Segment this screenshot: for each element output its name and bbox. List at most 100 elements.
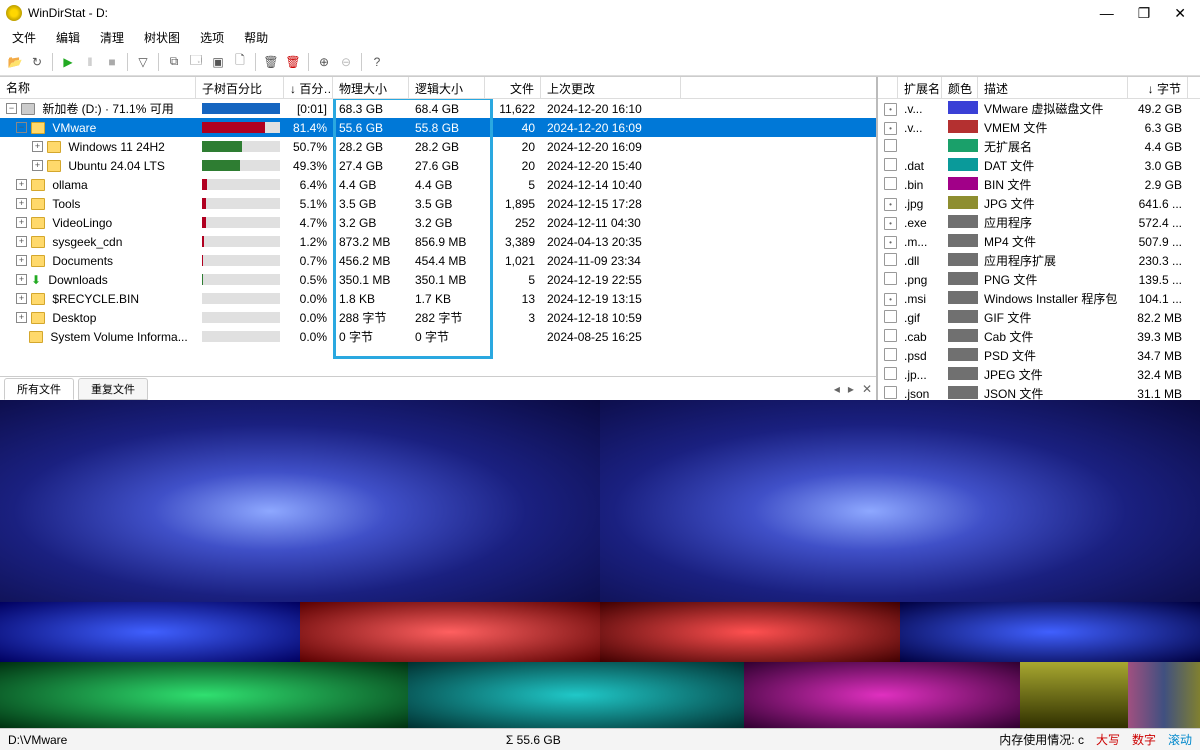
tree-row[interactable]: + Documents 0.7% 456.2 MB 454.4 MB 1,021… xyxy=(0,251,876,270)
ext-row[interactable]: .cab Cab 文件 39.3 MB xyxy=(878,327,1200,346)
color-swatch xyxy=(948,120,978,133)
tree-row[interactable]: + sysgeek_cdn 1.2% 873.2 MB 856.9 MB 3,3… xyxy=(0,232,876,251)
row-name: Downloads xyxy=(48,273,107,287)
ext-row[interactable]: .dll 应用程序扩展 230.3 ... xyxy=(878,251,1200,270)
expand-icon[interactable]: + xyxy=(16,236,27,247)
maximize-button[interactable]: ❐ xyxy=(1138,5,1151,22)
col-date[interactable]: 上次更改 xyxy=(541,77,681,98)
tree-row[interactable]: + $RECYCLE.BIN 0.0% 1.8 KB 1.7 KB 13 202… xyxy=(0,289,876,308)
expand-icon[interactable]: + xyxy=(32,160,43,171)
expand-icon[interactable]: + xyxy=(16,274,27,285)
nav-play-icon[interactable]: ▸ xyxy=(848,382,854,396)
ext-row[interactable]: .dat DAT 文件 3.0 GB xyxy=(878,156,1200,175)
doc-icon[interactable]: 🗋 xyxy=(231,53,249,71)
menu-help[interactable]: 帮助 xyxy=(236,27,276,48)
file-icon: • xyxy=(884,122,897,135)
status-caps: 大写 xyxy=(1096,731,1120,748)
file-icon xyxy=(884,253,897,266)
stop-icon[interactable]: ■ xyxy=(103,53,121,71)
col-ext[interactable]: 扩展名 xyxy=(898,77,942,98)
ext-row[interactable]: .png PNG 文件 139.5 ... xyxy=(878,270,1200,289)
filter-icon[interactable]: ▽ xyxy=(134,53,152,71)
ext-row[interactable]: • .v... VMEM 文件 6.3 GB xyxy=(878,118,1200,137)
delete-icon[interactable]: 🗑 xyxy=(262,53,280,71)
menu-edit[interactable]: 编辑 xyxy=(48,27,88,48)
status-scroll: 滚动 xyxy=(1168,731,1192,748)
delete-perm-icon[interactable]: 🗑 xyxy=(284,53,302,71)
color-swatch xyxy=(948,139,978,152)
folder-icon xyxy=(29,331,43,343)
tree-row[interactable]: + Windows 11 24H2 50.7% 28.2 GB 28.2 GB … xyxy=(0,137,876,156)
col-bytes[interactable]: ↓ 字节 xyxy=(1128,77,1188,98)
tree-row[interactable]: + Desktop 0.0% 288 字节 282 字节 3 2024-12-1… xyxy=(0,308,876,327)
tab-duplicates[interactable]: 重复文件 xyxy=(78,378,148,400)
play-icon[interactable]: ▶ xyxy=(59,53,77,71)
window-title: WinDirStat - D: xyxy=(28,6,1100,20)
pause-icon[interactable]: ‖ xyxy=(81,53,99,71)
menu-file[interactable]: 文件 xyxy=(4,27,44,48)
help-icon[interactable]: ? xyxy=(368,53,386,71)
nav-first-icon[interactable]: ◂ xyxy=(834,382,840,396)
cmd-icon[interactable]: ▣ xyxy=(209,53,227,71)
expand-icon[interactable]: + xyxy=(16,293,27,304)
tree-row[interactable]: + ollama 6.4% 4.4 GB 4.4 GB 5 2024-12-14… xyxy=(0,175,876,194)
color-swatch xyxy=(948,329,978,342)
col-logical[interactable]: 逻辑大小 xyxy=(409,77,485,98)
row-name: VideoLingo xyxy=(52,216,112,230)
col-color[interactable]: 颜色 xyxy=(942,77,978,98)
col-percent[interactable]: ↓ 百分… xyxy=(284,77,333,98)
tree-row[interactable]: + Ubuntu 24.04 LTS 49.3% 27.4 GB 27.6 GB… xyxy=(0,156,876,175)
ext-row[interactable]: • .msi Windows Installer 程序包 104.1 ... xyxy=(878,289,1200,308)
col-physical[interactable]: 物理大小 xyxy=(333,77,409,98)
tab-all-files[interactable]: 所有文件 xyxy=(4,378,74,400)
expand-icon[interactable]: − xyxy=(16,122,27,133)
zoom-out-icon[interactable]: ⊖ xyxy=(337,53,355,71)
ext-row[interactable]: .json JSON 文件 31.1 MB xyxy=(878,384,1200,400)
expand-icon[interactable]: + xyxy=(16,255,27,266)
open-icon[interactable]: 📂 xyxy=(6,53,24,71)
ext-row[interactable]: • .m... MP4 文件 507.9 ... xyxy=(878,232,1200,251)
ext-row[interactable]: • .exe 应用程序 572.4 ... xyxy=(878,213,1200,232)
file-icon xyxy=(884,310,897,323)
ext-row[interactable]: .gif GIF 文件 82.2 MB xyxy=(878,308,1200,327)
tree-row[interactable]: − VMware 81.4% 55.6 GB 55.8 GB 40 2024-1… xyxy=(0,118,876,137)
tree-row[interactable]: + Tools 5.1% 3.5 GB 3.5 GB 1,895 2024-12… xyxy=(0,194,876,213)
ext-row[interactable]: .jp... JPEG 文件 32.4 MB xyxy=(878,365,1200,384)
menu-treemap[interactable]: 树状图 xyxy=(136,27,188,48)
tree-pane: 名称 子树百分比 ↓ 百分… 物理大小 逻辑大小 文件 上次更改 − 新加卷 (… xyxy=(0,77,878,400)
copy-icon[interactable]: ⧉ xyxy=(165,53,183,71)
nav-last-icon[interactable]: ✕ xyxy=(862,382,872,396)
menu-options[interactable]: 选项 xyxy=(192,27,232,48)
tree-row[interactable]: +⬇ Downloads 0.5% 350.1 MB 350.1 MB 5 20… xyxy=(0,270,876,289)
col-desc[interactable]: 描述 xyxy=(978,77,1128,98)
expand-icon[interactable]: + xyxy=(32,141,43,152)
tree-row[interactable]: System Volume Informa... 0.0% 0 字节 0 字节 … xyxy=(0,327,876,346)
explorer-icon[interactable]: 🗔 xyxy=(187,53,205,71)
refresh-icon[interactable]: ↻ xyxy=(28,53,46,71)
ext-row[interactable]: .psd PSD 文件 34.7 MB xyxy=(878,346,1200,365)
col-files[interactable]: 文件 xyxy=(485,77,541,98)
ext-row[interactable]: 无扩展名 4.4 GB xyxy=(878,137,1200,156)
menu-cleanup[interactable]: 清理 xyxy=(92,27,132,48)
ext-header: 扩展名 颜色 描述 ↓ 字节 xyxy=(878,77,1200,99)
expand-icon[interactable]: + xyxy=(16,198,27,209)
drive-row[interactable]: − 新加卷 (D:) · 71.1% 可用 [0:01] 68.3 GB 68.… xyxy=(0,99,876,118)
tree-row[interactable]: + VideoLingo 4.7% 3.2 GB 3.2 GB 252 2024… xyxy=(0,213,876,232)
zoom-in-icon[interactable]: ⊕ xyxy=(315,53,333,71)
row-name: Desktop xyxy=(52,311,96,325)
color-swatch xyxy=(948,291,978,304)
treemap[interactable] xyxy=(0,400,1200,662)
ext-row[interactable]: • .jpg JPG 文件 641.6 ... xyxy=(878,194,1200,213)
close-button[interactable]: ✕ xyxy=(1174,5,1186,22)
expand-icon[interactable]: − xyxy=(6,103,17,114)
expand-icon[interactable]: + xyxy=(16,179,27,190)
expand-icon[interactable]: + xyxy=(16,217,27,228)
minimize-button[interactable]: — xyxy=(1100,5,1114,22)
col-subtree[interactable]: 子树百分比 xyxy=(196,77,284,98)
ext-row[interactable]: • .v... VMware 虚拟磁盘文件 49.2 GB xyxy=(878,99,1200,118)
ext-row[interactable]: .bin BIN 文件 2.9 GB xyxy=(878,175,1200,194)
treemap-strip[interactable] xyxy=(0,662,1200,728)
col-name[interactable]: 名称 xyxy=(0,77,196,98)
row-name: ollama xyxy=(52,178,87,192)
expand-icon[interactable]: + xyxy=(16,312,27,323)
